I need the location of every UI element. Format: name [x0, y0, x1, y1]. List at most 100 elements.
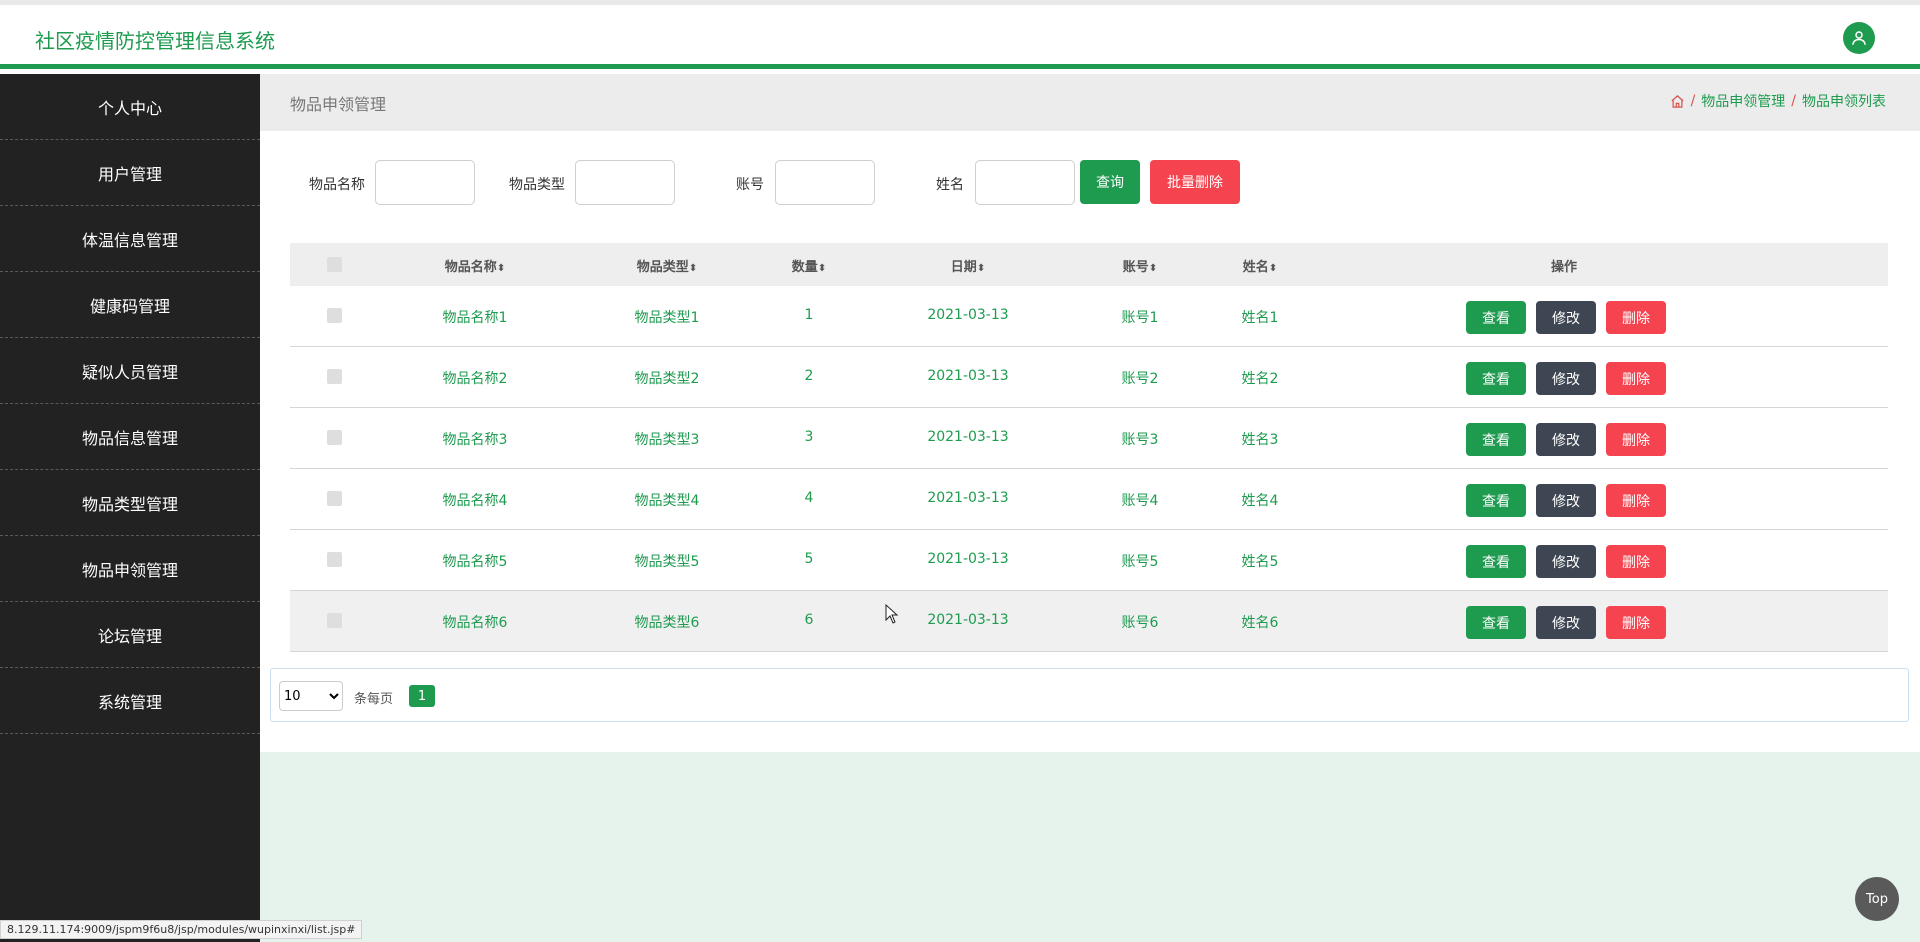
- item-type-input[interactable]: [575, 160, 675, 205]
- sidebar-item-item-info[interactable]: 物品信息管理: [0, 404, 260, 470]
- table-row: 物品名称3 物品类型3 3 2021-03-13 账号3 姓名3 查看 修改 删…: [290, 408, 1888, 469]
- cell-account: 账号1: [1121, 310, 1159, 326]
- cell-quantity: 4: [804, 490, 814, 506]
- row-checkbox[interactable]: [327, 613, 342, 628]
- cell-item-type: 物品类型4: [634, 493, 700, 509]
- edit-button[interactable]: 修改: [1536, 606, 1596, 639]
- sort-icon: ⬍: [688, 263, 698, 274]
- sidebar-item-item-claims[interactable]: 物品申领管理: [0, 536, 260, 602]
- sidebar-item-forum[interactable]: 论坛管理: [0, 602, 260, 668]
- col-item-type[interactable]: 物品类型⬍: [637, 256, 697, 275]
- cell-person-name: 姓名4: [1241, 493, 1279, 509]
- person-name-input[interactable]: [975, 160, 1075, 205]
- cell-person-name: 姓名1: [1241, 310, 1279, 326]
- cell-date: 2021-03-13: [927, 368, 1009, 384]
- app-title: 社区疫情防控管理信息系统: [35, 29, 275, 53]
- row-checkbox[interactable]: [327, 430, 342, 445]
- edit-button[interactable]: 修改: [1536, 484, 1596, 517]
- main-area: 物品申领管理 / 物品申领管理 / 物品申领列表 物品名称 物品类型 账号 姓名…: [260, 74, 1920, 942]
- cell-item-type: 物品类型2: [634, 371, 700, 387]
- delete-button[interactable]: 删除: [1606, 362, 1666, 395]
- cell-date: 2021-03-13: [927, 490, 1009, 506]
- home-icon[interactable]: [1670, 94, 1685, 109]
- col-date[interactable]: 日期⬍: [951, 256, 985, 275]
- sidebar-item-item-type[interactable]: 物品类型管理: [0, 470, 260, 536]
- cell-quantity: 3: [804, 429, 814, 445]
- col-quantity[interactable]: 数量⬍: [792, 256, 826, 275]
- delete-button[interactable]: 删除: [1606, 545, 1666, 578]
- cell-item-type: 物品类型1: [634, 310, 700, 326]
- user-avatar-button[interactable]: [1843, 22, 1875, 54]
- page-number-1[interactable]: 1: [409, 685, 435, 707]
- sidebar-item-suspected-persons[interactable]: 疑似人员管理: [0, 338, 260, 404]
- cell-item-type: 物品类型6: [634, 615, 700, 631]
- title-bar: 物品申领管理 / 物品申领管理 / 物品申领列表: [260, 74, 1920, 131]
- view-button[interactable]: 查看: [1466, 301, 1526, 334]
- sidebar: 个人中心 用户管理 体温信息管理 健康码管理 疑似人员管理 物品信息管理 物品类…: [0, 74, 260, 942]
- select-all-checkbox[interactable]: [327, 257, 342, 272]
- cell-person-name: 姓名2: [1241, 371, 1279, 387]
- edit-button[interactable]: 修改: [1536, 301, 1596, 334]
- back-to-top-button[interactable]: Top: [1855, 877, 1899, 921]
- breadcrumb: / 物品申领管理 / 物品申领列表: [1670, 91, 1886, 111]
- cell-quantity: 5: [804, 551, 814, 567]
- cell-quantity: 2: [804, 368, 814, 384]
- page-size-select[interactable]: 10: [279, 681, 343, 711]
- view-button[interactable]: 查看: [1466, 606, 1526, 639]
- cell-item-name: 物品名称4: [442, 493, 508, 509]
- per-page-label: 条每页: [354, 692, 394, 707]
- breadcrumb-level2: 物品申领列表: [1802, 94, 1886, 110]
- sidebar-item-system[interactable]: 系统管理: [0, 668, 260, 734]
- item-name-input[interactable]: [375, 160, 475, 205]
- cell-account: 账号6: [1121, 615, 1159, 631]
- sort-icon: ⬍: [496, 263, 506, 274]
- row-checkbox[interactable]: [327, 308, 342, 323]
- col-account[interactable]: 账号⬍: [1123, 256, 1157, 275]
- view-button[interactable]: 查看: [1466, 362, 1526, 395]
- cell-item-name: 物品名称6: [442, 615, 508, 631]
- cell-account: 账号3: [1121, 432, 1159, 448]
- table-row: 物品名称6 物品类型6 6 2021-03-13 账号6 姓名6 查看 修改 删…: [290, 591, 1888, 652]
- delete-button[interactable]: 删除: [1606, 606, 1666, 639]
- delete-button[interactable]: 删除: [1606, 301, 1666, 334]
- sort-icon: ⬍: [817, 263, 827, 274]
- edit-button[interactable]: 修改: [1536, 362, 1596, 395]
- account-input[interactable]: [775, 160, 875, 205]
- app-header: 社区疫情防控管理信息系统: [0, 5, 1920, 69]
- row-checkbox[interactable]: [327, 491, 342, 506]
- view-button[interactable]: 查看: [1466, 423, 1526, 456]
- col-person-name[interactable]: 姓名⬍: [1243, 256, 1277, 275]
- cell-account: 账号5: [1121, 554, 1159, 570]
- mouse-cursor-icon: [885, 604, 899, 624]
- edit-button[interactable]: 修改: [1536, 545, 1596, 578]
- table-row: 物品名称5 物品类型5 5 2021-03-13 账号5 姓名5 查看 修改 删…: [290, 530, 1888, 591]
- query-button[interactable]: 查询: [1080, 160, 1140, 204]
- table-row: 物品名称2 物品类型2 2 2021-03-13 账号2 姓名2 查看 修改 删…: [290, 347, 1888, 408]
- pagination: 10 条每页 1: [270, 668, 1909, 722]
- sort-icon: ⬍: [1148, 263, 1158, 274]
- sidebar-item-user-management[interactable]: 用户管理: [0, 140, 260, 206]
- delete-button[interactable]: 删除: [1606, 484, 1666, 517]
- cell-account: 账号2: [1121, 371, 1159, 387]
- batch-delete-button[interactable]: 批量删除: [1150, 160, 1240, 204]
- delete-button[interactable]: 删除: [1606, 423, 1666, 456]
- view-button[interactable]: 查看: [1466, 484, 1526, 517]
- row-checkbox[interactable]: [327, 369, 342, 384]
- cell-person-name: 姓名3: [1241, 432, 1279, 448]
- sidebar-item-personal-center[interactable]: 个人中心: [0, 74, 260, 140]
- search-form: 物品名称 物品类型 账号 姓名 查询 批量删除: [260, 160, 1920, 206]
- user-icon: [1852, 31, 1866, 45]
- sidebar-item-temperature[interactable]: 体温信息管理: [0, 206, 260, 272]
- cell-item-name: 物品名称3: [442, 432, 508, 448]
- col-item-name[interactable]: 物品名称⬍: [445, 256, 505, 275]
- breadcrumb-separator: /: [1791, 93, 1796, 109]
- sidebar-item-health-code[interactable]: 健康码管理: [0, 272, 260, 338]
- cell-item-name: 物品名称2: [442, 371, 508, 387]
- edit-button[interactable]: 修改: [1536, 423, 1596, 456]
- view-button[interactable]: 查看: [1466, 545, 1526, 578]
- data-table: 物品名称⬍ 物品类型⬍ 数量⬍ 日期⬍ 账号⬍ 姓名⬍ 操作 物品名称1 物品类…: [290, 243, 1888, 652]
- row-checkbox[interactable]: [327, 552, 342, 567]
- sort-icon: ⬍: [1268, 263, 1278, 274]
- cell-item-type: 物品类型5: [634, 554, 700, 570]
- breadcrumb-level1[interactable]: 物品申领管理: [1701, 91, 1785, 111]
